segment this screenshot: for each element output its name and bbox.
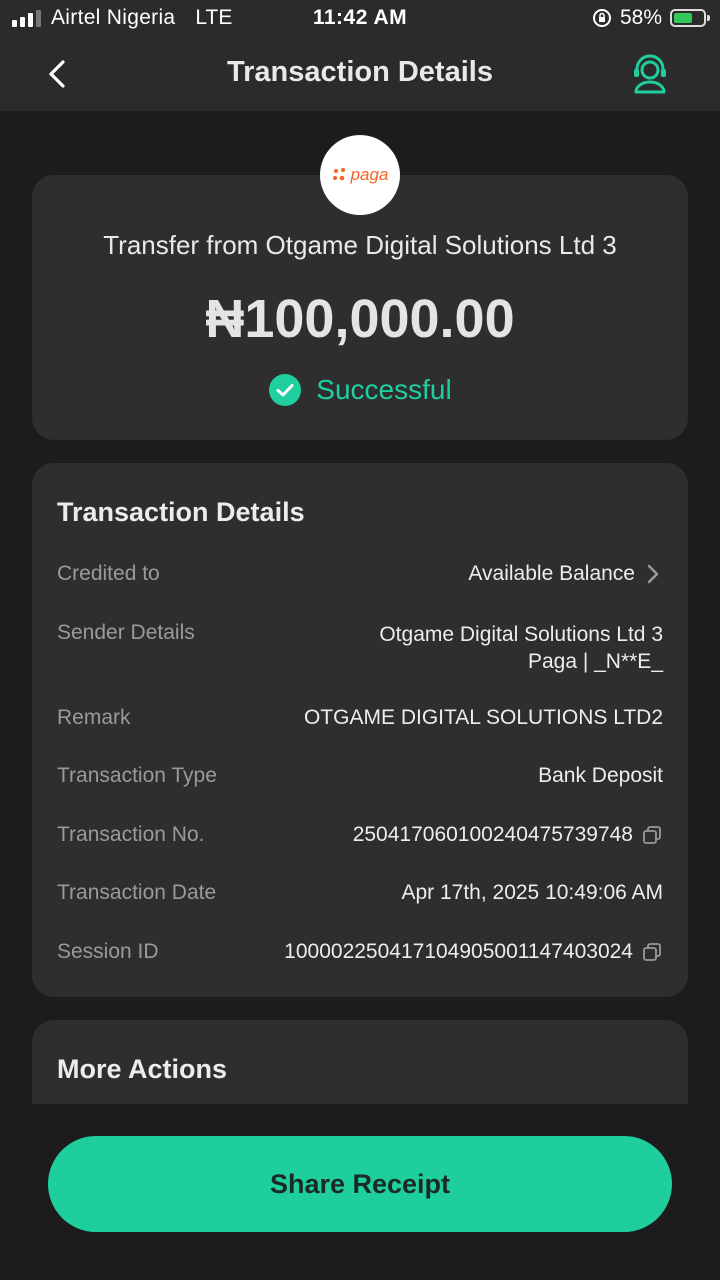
detail-label: Remark — [57, 706, 131, 729]
paga-logo-text: paga — [350, 165, 389, 184]
nav-bar: Transaction Details — [0, 38, 720, 111]
check-circle-icon — [269, 374, 302, 406]
detail-label: Transaction No. — [57, 823, 205, 846]
battery-percent: 58% — [619, 6, 662, 29]
signal-icon — [12, 9, 41, 27]
headset-support-icon[interactable] — [628, 52, 672, 96]
detail-value: Bank Deposit — [538, 764, 663, 787]
battery-icon — [670, 9, 710, 27]
credited-to-value: Available Balance — [468, 562, 635, 585]
copy-icon[interactable] — [641, 824, 663, 846]
transaction-details-card: Transaction Details Credited to Availabl… — [32, 463, 688, 997]
sender-name: Otgame Digital Solutions Ltd 3 — [379, 623, 663, 646]
copy-icon[interactable] — [641, 941, 663, 963]
detail-value: Apr 17th, 2025 10:49:06 AM — [401, 881, 663, 904]
detail-value: 100002250417104905001147403024 — [284, 940, 663, 964]
detail-value: Available Balance — [468, 562, 663, 586]
status-text: Successful — [316, 374, 452, 405]
detail-value: 250417060100240475739748 — [353, 823, 663, 847]
detail-label: Credited to — [57, 562, 160, 585]
detail-label: Transaction Date — [57, 881, 217, 904]
detail-label: Transaction Type — [57, 764, 217, 787]
status-right: 58% — [592, 6, 710, 30]
transaction-description: Transfer from Otgame Digital Solutions L… — [103, 230, 617, 260]
detail-label: Sender Details — [57, 621, 195, 644]
detail-value: Otgame Digital Solutions Ltd 3 Paga | _N… — [379, 621, 663, 675]
orientation-lock-icon — [592, 9, 611, 27]
details-heading: Transaction Details — [57, 497, 305, 527]
session-id-value: 100002250417104905001147403024 — [284, 940, 633, 963]
transaction-no-value: 250417060100240475739748 — [352, 823, 633, 846]
paga-logo: paga — [320, 135, 400, 215]
status-left: Airtel Nigeria LTE — [12, 6, 232, 30]
network-type: LTE — [195, 6, 233, 29]
chevron-left-icon[interactable] — [40, 54, 80, 94]
transaction-amount: ₦100,000.00 — [205, 289, 515, 349]
chevron-right-icon — [647, 564, 659, 584]
status-bar: Airtel Nigeria LTE 11:42 AM 58% — [0, 0, 720, 38]
more-actions-heading: More Actions — [57, 1054, 228, 1084]
sender-bank: Paga | _N**E_ — [527, 650, 663, 673]
share-receipt-button[interactable]: Share Receipt — [48, 1136, 672, 1232]
detail-label: Session ID — [57, 940, 159, 963]
page-title: Transaction Details — [227, 56, 493, 88]
paga-dots-icon — [332, 168, 345, 181]
detail-value: OTGAME DIGITAL SOLUTIONS LTD2 — [304, 706, 663, 729]
carrier-name: Airtel Nigeria — [51, 6, 176, 29]
status-row: Successful — [32, 373, 688, 407]
